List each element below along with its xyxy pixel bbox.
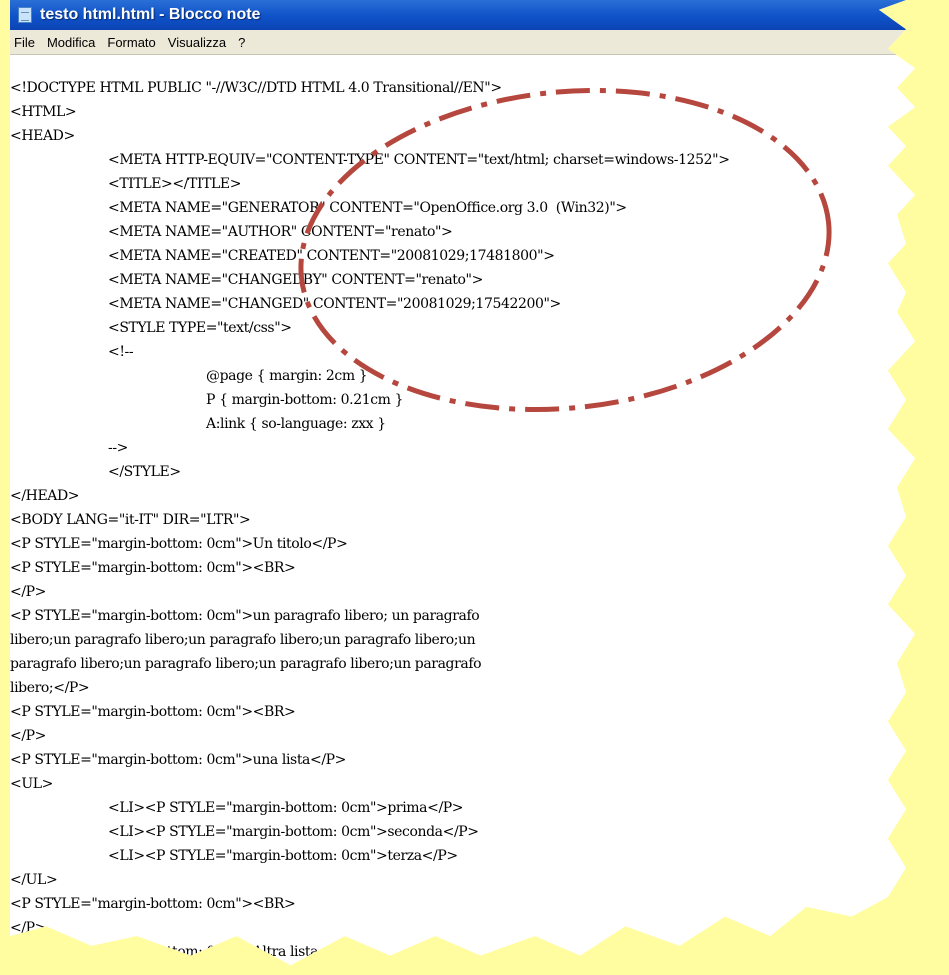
editor-line: <P STYLE="margin-bottom: 0cm"><BR>: [10, 560, 296, 576]
menu-visualizza[interactable]: Visualizza: [164, 35, 234, 50]
editor-line: <LI><P STYLE="margin-bottom: 0cm">second…: [108, 824, 479, 840]
editor-line: </P>: [10, 728, 46, 744]
editor-line: <P STYLE="margin-bottom: 0cm">un paragra…: [10, 608, 480, 624]
editor-line: <META NAME="GENERATOR" CONTENT="OpenOffi…: [108, 200, 627, 216]
editor-line: <P STYLE="margin-bottom: 0cm">Un titolo<…: [10, 536, 348, 552]
editor-line: <!--: [108, 344, 134, 360]
menu-help[interactable]: ?: [234, 35, 253, 50]
editor-line: </P>: [10, 920, 46, 936]
editor-line: <LI><P STYLE="margin-bottom: 0cm">prima<…: [108, 800, 464, 816]
editor-line: <P STYLE="margin-bottom: 0cm"><BR>: [10, 704, 296, 720]
editor-line: <META NAME="CHANGEDBY" CONTENT="renato">: [108, 272, 483, 288]
editor-line: <META HTTP-EQUIV="CONTENT-TYPE" CONTENT=…: [108, 152, 730, 168]
editor-line: <UL>: [10, 776, 53, 792]
menu-bar: File Modifica Formato Visualizza ?: [10, 30, 915, 55]
editor-line: libero;</P>: [10, 680, 90, 696]
editor-line: <STYLE TYPE="text/css">: [108, 320, 292, 336]
editor-line: <BODY LANG="it-IT" DIR="LTR">: [10, 512, 251, 528]
editor-line: paragrafo libero;un paragrafo libero;un …: [10, 656, 482, 672]
editor-line: <META NAME="CHANGED" CONTENT="20081029;1…: [108, 296, 561, 312]
notepad-window: testo html.html - Blocco note File Modif…: [10, 0, 915, 966]
editor-line: </STYLE>: [108, 464, 181, 480]
editor-line: <!DOCTYPE HTML PUBLIC "-//W3C//DTD HTML …: [10, 80, 502, 96]
notepad-icon: [18, 7, 32, 23]
window-title: testo html.html - Blocco note: [40, 6, 261, 23]
editor-line: <P STYLE="margin-bottom: 0cm"><BR>: [10, 896, 296, 912]
title-bar[interactable]: testo html.html - Blocco note: [10, 0, 915, 30]
editor-line: -->: [108, 440, 128, 456]
editor-line: <TITLE></TITLE>: [108, 176, 242, 192]
editor-line: <LI><P STYLE="margin-bottom: 0cm">terza<…: [108, 848, 458, 864]
editor-line: <P STYLE="margin-bottom: 0cm">Altra list…: [10, 944, 355, 960]
editor-line: libero;un paragrafo libero;un paragrafo …: [10, 632, 476, 648]
editor-line: <META NAME="AUTHOR" CONTENT="renato">: [108, 224, 453, 240]
editor-line: @page { margin: 2cm }: [206, 368, 368, 384]
text-editor-area[interactable]: <!DOCTYPE HTML PUBLIC "-//W3C//DTD HTML …: [10, 56, 915, 966]
editor-line: <HTML>: [10, 104, 77, 120]
editor-line: </UL>: [10, 872, 58, 888]
menu-file[interactable]: File: [10, 35, 43, 50]
editor-line: P { margin-bottom: 0.21cm }: [206, 392, 404, 408]
menu-formato[interactable]: Formato: [103, 35, 163, 50]
editor-line: <META NAME="CREATED" CONTENT="20081029;1…: [108, 248, 555, 264]
editor-line: </HEAD>: [10, 488, 80, 504]
editor-line: </P>: [10, 584, 46, 600]
editor-line: A:link { so-language: zxx }: [206, 416, 386, 432]
editor-line: <HEAD>: [10, 128, 75, 144]
menu-modifica[interactable]: Modifica: [43, 35, 103, 50]
editor-line: <P STYLE="margin-bottom: 0cm">una lista<…: [10, 752, 347, 768]
